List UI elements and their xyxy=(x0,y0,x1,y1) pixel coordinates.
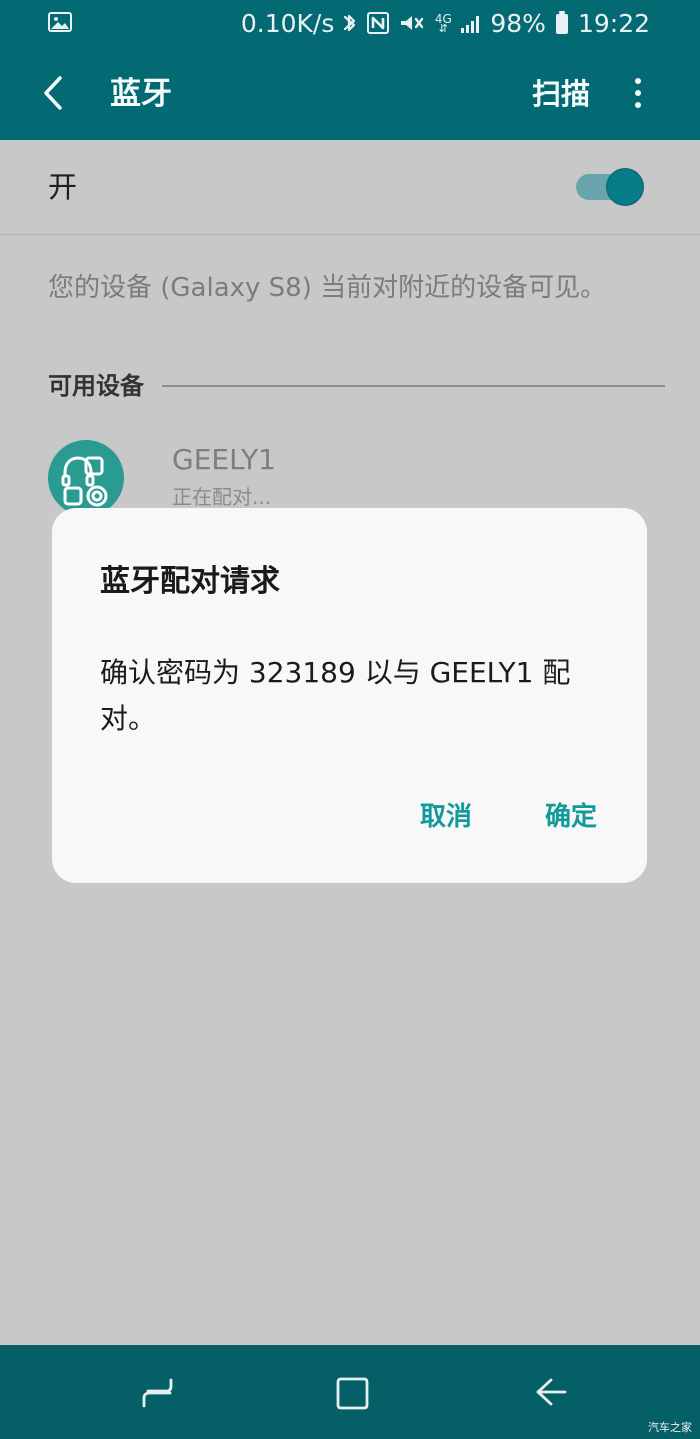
status-time: 19:22 xyxy=(577,8,650,38)
device-list-item-geely1[interactable]: GEELY1 正在配对... xyxy=(48,440,660,518)
network-speed: 0.10K/s xyxy=(240,8,335,38)
bluetooth-toggle-row[interactable]: 开 xyxy=(0,140,700,235)
dialog-title: 蓝牙配对请求 xyxy=(100,564,280,599)
watermark-text: 汽车之家 xyxy=(648,1421,692,1434)
bluetooth-toggle-label: 开 xyxy=(48,170,78,204)
scan-button[interactable]: 扫描 xyxy=(532,74,590,114)
available-devices-header: 可用设备 xyxy=(48,368,666,404)
more-options-icon[interactable] xyxy=(628,76,648,110)
section-divider xyxy=(162,385,665,387)
back-button[interactable] xyxy=(36,70,70,116)
network-type: 4G ⇵ xyxy=(434,12,452,35)
page-title: 蓝牙 xyxy=(110,76,172,112)
recents-icon[interactable] xyxy=(140,1373,178,1411)
switch-knob xyxy=(606,168,644,206)
battery-icon xyxy=(554,10,570,36)
device-status: 正在配对... xyxy=(172,485,272,509)
system-navigation-bar xyxy=(0,1345,700,1439)
bluetooth-switch[interactable] xyxy=(576,168,648,206)
image-icon xyxy=(48,12,72,32)
available-devices-title: 可用设备 xyxy=(48,372,144,400)
status-right-group: 0.10K/s 4G ⇵ 98% 19:22 xyxy=(241,0,650,46)
bluetooth-icon xyxy=(342,11,358,35)
bluetooth-pairing-dialog: 蓝牙配对请求 确认密码为 323189 以与 GEELY1 配对。 取消 确定 xyxy=(52,508,647,883)
home-icon[interactable] xyxy=(334,1373,372,1411)
app-bar: 蓝牙 扫描 xyxy=(0,46,700,140)
signal-icon xyxy=(460,12,482,34)
dialog-message: 确认密码为 323189 以与 GEELY1 配对。 xyxy=(100,656,571,735)
vibrate-icon xyxy=(398,11,426,35)
nfc-icon xyxy=(366,11,390,35)
device-category-icon xyxy=(48,440,124,516)
cancel-button[interactable]: 取消 xyxy=(420,799,472,835)
device-name: GEELY1 xyxy=(172,443,276,476)
confirm-button[interactable]: 确定 xyxy=(545,799,597,835)
status-bar: 0.10K/s 4G ⇵ 98% 19:22 xyxy=(0,0,700,46)
device-visibility-text: 您的设备 (Galaxy S8) 当前对附近的设备可见。 xyxy=(48,273,607,303)
battery-percent: 98% xyxy=(490,8,546,38)
back-icon[interactable] xyxy=(530,1373,568,1411)
